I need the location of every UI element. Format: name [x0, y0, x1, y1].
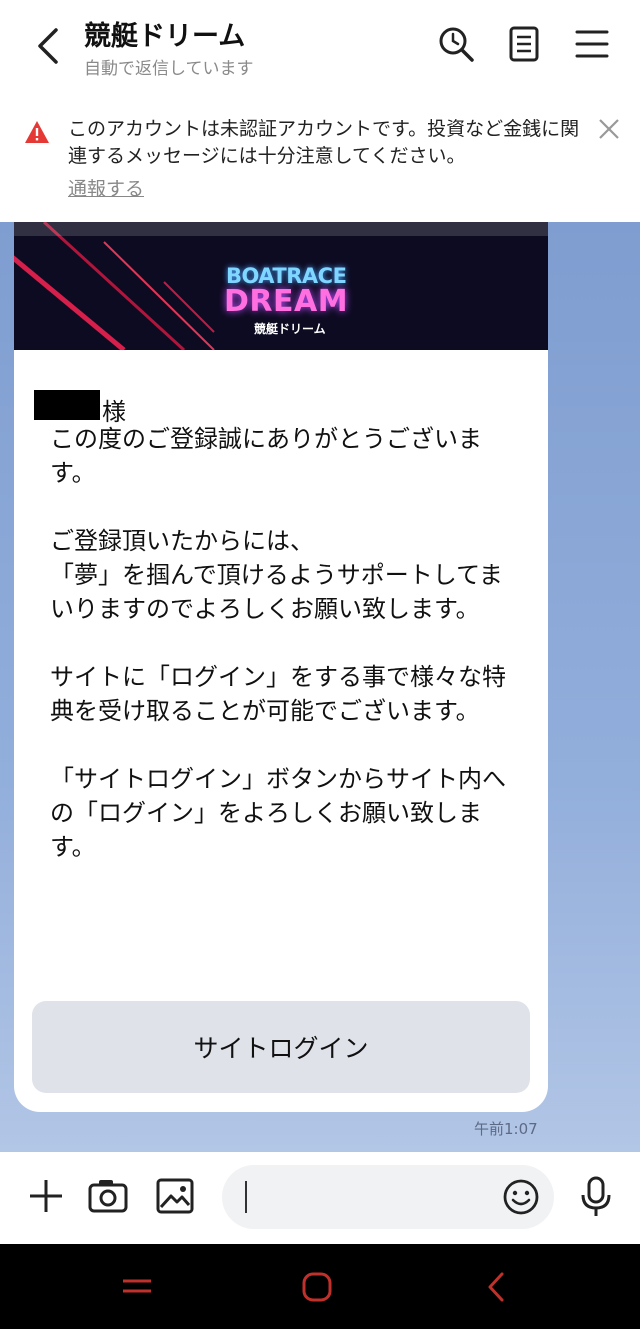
back-nav-icon[interactable] — [484, 1270, 508, 1304]
rich-message-card: BOATRACE DREAM 競艇ドリーム 様 この度のご登録誠にありがとうござ… — [14, 222, 548, 1112]
camera-icon[interactable] — [86, 1174, 130, 1218]
redacted-name — [34, 390, 100, 420]
emoji-icon[interactable] — [499, 1175, 543, 1219]
chat-title: 競艇ドリーム — [84, 21, 246, 52]
back-icon[interactable] — [30, 24, 70, 68]
notice-text: このアカウントは未認証アカウントです。投資など金銭に関連するメッセージには十分注… — [68, 118, 580, 167]
search-icon[interactable] — [434, 22, 478, 66]
notes-icon[interactable] — [502, 22, 546, 66]
message-timestamp: 午前1:07 — [474, 1120, 538, 1138]
warning-icon — [25, 121, 49, 143]
menu-icon[interactable] — [570, 22, 614, 66]
recent-apps-icon[interactable] — [120, 1274, 154, 1298]
close-icon[interactable] — [596, 116, 622, 142]
home-icon[interactable] — [300, 1270, 334, 1304]
chat-header: 競艇ドリーム 自動で返信しています — [0, 0, 640, 92]
message-banner: BOATRACE DREAM 競艇ドリーム — [14, 222, 548, 350]
chat-subtitle: 自動で返信しています — [84, 59, 254, 79]
banner-brand-line3: 競艇ドリーム — [254, 322, 326, 336]
message-body: この度のご登録誠にありがとうございます。 ご登録頂いたからには、 「夢」を掴んで… — [50, 425, 506, 861]
text-caret — [245, 1181, 247, 1213]
image-icon[interactable] — [153, 1174, 197, 1218]
report-link[interactable]: 通報する — [68, 174, 144, 201]
banner-brand-line2: DREAM — [224, 284, 349, 319]
system-nav-bar — [0, 1244, 640, 1329]
site-login-button[interactable]: サイトログイン — [32, 1001, 530, 1093]
plus-icon[interactable] — [24, 1174, 68, 1218]
mic-icon[interactable] — [574, 1174, 618, 1218]
